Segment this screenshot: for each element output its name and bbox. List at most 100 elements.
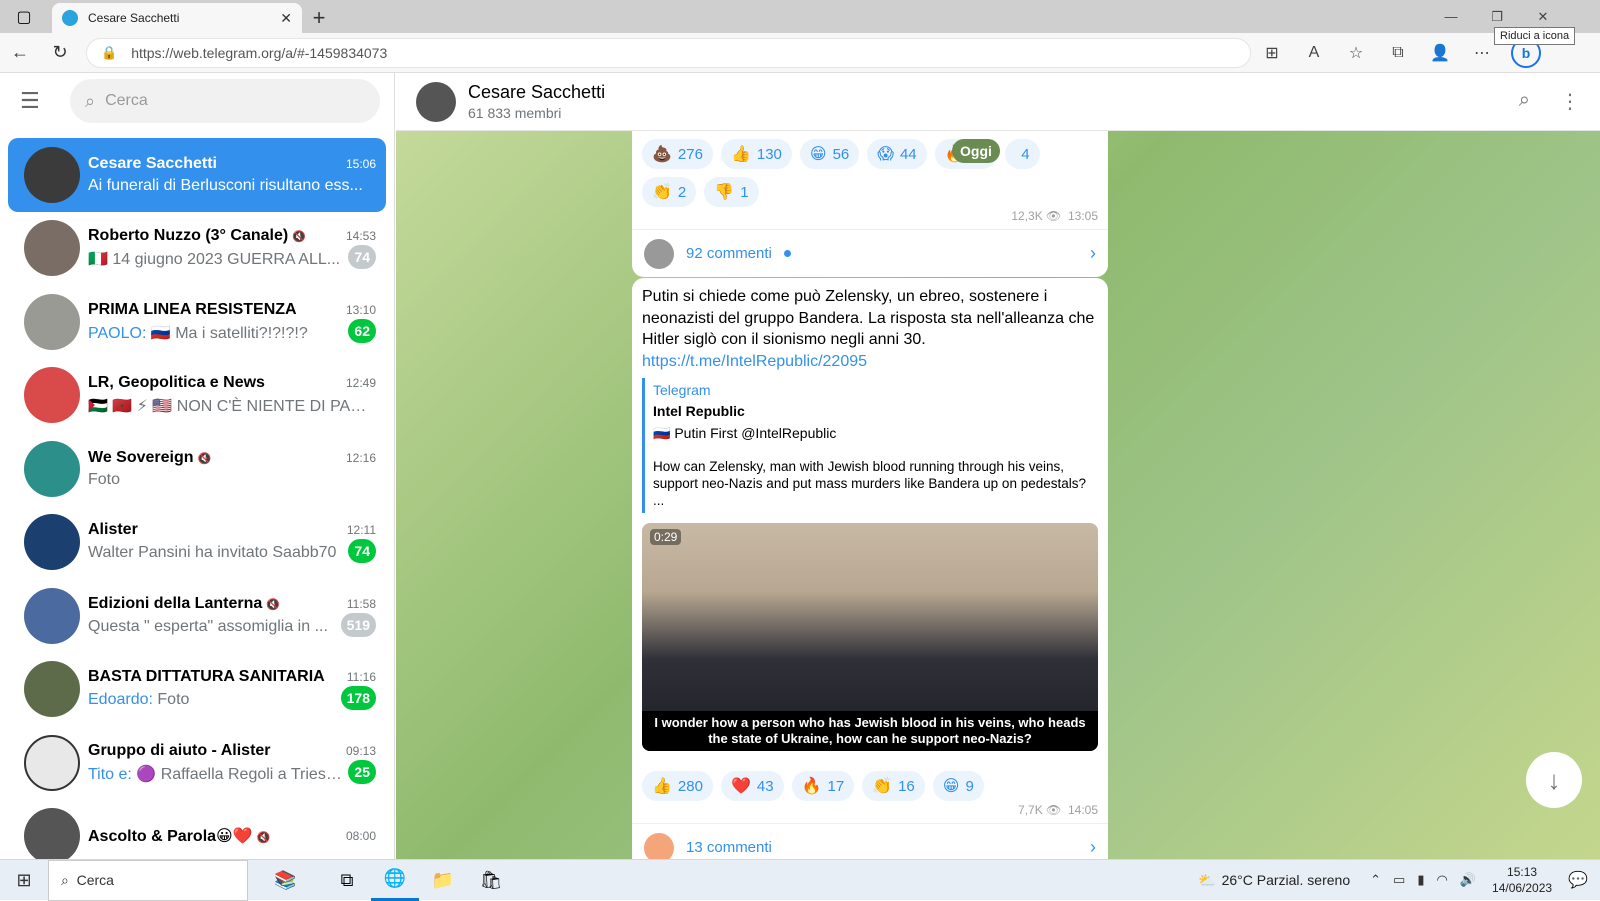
- video-player[interactable]: 0:29 I wonder how a person who has Jewis…: [642, 523, 1098, 751]
- chat-preview: 🇵🇸 🇲🇦 ⚡ 🇺🇸 NON C'È NIENTE DI PACIFI...: [88, 398, 376, 416]
- chat-preview: Foto: [157, 691, 190, 709]
- commenter-avatar: [644, 238, 674, 269]
- battery-icon[interactable]: ▮: [1417, 872, 1424, 888]
- weather-widget[interactable]: ⛅ 26°C Parzial. sereno: [1198, 872, 1350, 889]
- chat-item[interactable]: Cesare Sacchetti 15:06 Ai funerali di Ber…: [8, 138, 386, 212]
- chat-item[interactable]: Gruppo di aiuto - Alister 09:13 Tito e: 🟣…: [8, 726, 386, 800]
- member-count: 61 833 membri: [468, 105, 562, 121]
- system-clock[interactable]: 15:13 14/06/2023: [1492, 864, 1552, 896]
- taskbar-search[interactable]: ⌕ Cerca: [48, 859, 248, 901]
- chat-item[interactable]: Roberto Nuzzo (3° Canale) 🔇 14:53 🇮🇹 14 gi…: [8, 212, 386, 286]
- search-placeholder: Cerca: [105, 92, 148, 109]
- reaction-button[interactable]: 4: [1005, 139, 1040, 169]
- avatar: [24, 587, 80, 644]
- collections-icon[interactable]: ⧉: [1377, 44, 1419, 62]
- reaction-button[interactable]: 👏 16: [862, 771, 925, 801]
- reaction-button[interactable]: 👎 1: [704, 177, 759, 207]
- chat-time: 09:13: [345, 743, 376, 758]
- video-subtitle: I wonder how a person who has Jewish blo…: [642, 711, 1098, 751]
- task-view-icon[interactable]: ⧉: [323, 860, 371, 901]
- muted-icon: 🔇: [292, 231, 306, 244]
- minimize-button[interactable]: —: [1428, 0, 1474, 33]
- unread-badge: 519: [340, 612, 376, 637]
- store-icon[interactable]: 🛍: [467, 860, 515, 901]
- message-list[interactable]: 💩276 👍130 😁56 😱44 🔥17 4 👏2 👎1 12,3K 👁 13…: [396, 131, 1600, 859]
- chat-name: Ascolto & Parola😀❤️: [88, 828, 253, 846]
- browser-titlebar: ▢ Cesare Sacchetti ✕ +: [0, 0, 1600, 33]
- unread-badge: 62: [348, 318, 376, 343]
- reaction-button[interactable]: 🔥17: [791, 771, 855, 801]
- chat-time: 08:00: [345, 829, 376, 844]
- preview-title: Intel Republic: [653, 403, 745, 419]
- chat-item[interactable]: Edizioni della Lanterna 🔇 11:58 Questa " e…: [8, 579, 386, 653]
- reaction-button[interactable]: 💩 276: [642, 139, 713, 169]
- reaction-button[interactable]: 😱 44: [867, 139, 927, 169]
- chat-time: 12:16: [345, 450, 376, 465]
- url-field[interactable]: 🔒 https://web.telegram.org/a/#-145983407…: [86, 37, 1251, 68]
- wifi-icon[interactable]: ◠: [1436, 872, 1447, 888]
- file-explorer-icon[interactable]: 📁: [419, 860, 467, 901]
- scroll-down-button[interactable]: ↓: [1526, 752, 1582, 808]
- unread-badge: 74: [348, 245, 376, 270]
- hamburger-menu-icon[interactable]: ☰: [20, 88, 70, 114]
- comments-button[interactable]: 13 commenti ›: [632, 823, 1108, 859]
- chat-time: 13:10: [345, 302, 376, 317]
- message-meta: 12,3K 👁 13:05: [1011, 209, 1098, 223]
- chat-preview: Ai funerali di Berlusconi risultano ess.…: [88, 176, 363, 194]
- windows-start-icon[interactable]: ⊞: [0, 870, 48, 891]
- chat-preview: Foto: [88, 470, 121, 488]
- chat-item[interactable]: We Sovereign 🔇 12:16 Foto: [8, 432, 386, 506]
- tab-actions-icon[interactable]: ▢: [0, 0, 48, 33]
- chat-time: 11:16: [346, 670, 376, 685]
- chat-item[interactable]: LR, Geopolitica e News 12:49 🇵🇸 🇲🇦 ⚡ 🇺🇸 N…: [8, 359, 386, 433]
- message-text: Putin si chiede come può Zelensky, un eb…: [642, 288, 1095, 348]
- profile-icon[interactable]: 👤: [1419, 43, 1461, 63]
- refresh-icon[interactable]: ↻: [40, 42, 80, 63]
- chat-item[interactable]: Ascolto & Parola😀❤️ 🔇 08:00: [8, 800, 386, 859]
- weather-text: 26°C Parzial. sereno: [1221, 872, 1351, 888]
- search-input[interactable]: ⌕ Cerca: [70, 79, 380, 123]
- commenter-avatar: [644, 832, 674, 859]
- windows-taskbar: ⊞ ⌕ Cerca 📚 ⧉ 🌐 📁 🛍 ⛅ 26°C Parzial. seren…: [0, 859, 1600, 901]
- comments-button[interactable]: 92 commenti ›: [632, 229, 1108, 277]
- chat-time: 15:06: [345, 156, 376, 171]
- avatar: [24, 734, 80, 791]
- chat-header[interactable]: Cesare Sacchetti 61 833 membri ⌕ ⋮: [396, 73, 1600, 131]
- network-icon[interactable]: ▭: [1393, 872, 1405, 888]
- chat-name: Gruppo di aiuto - Alister: [88, 741, 271, 759]
- address-bar: ← ↻ 🔒 https://web.telegram.org/a/#-14598…: [0, 33, 1600, 73]
- notifications-icon[interactable]: 💬: [1568, 870, 1588, 890]
- reaction-button[interactable]: 👏 2: [642, 177, 697, 207]
- more-options-icon[interactable]: ⋮: [1560, 89, 1580, 114]
- chat-item[interactable]: Alister 12:11 Walter Pansini ha invitato …: [8, 506, 386, 580]
- browser-tab[interactable]: Cesare Sacchetti ✕: [52, 3, 302, 33]
- reaction-button[interactable]: 😁 9: [932, 771, 984, 801]
- chevron-up-icon[interactable]: ⌃: [1370, 872, 1381, 888]
- search-icon[interactable]: ⌕: [1519, 89, 1530, 114]
- unread-badge: 178: [340, 686, 376, 711]
- edge-icon[interactable]: 🌐: [371, 860, 419, 901]
- new-tab-button[interactable]: +: [302, 3, 336, 33]
- widgets-icon[interactable]: 📚: [248, 860, 323, 901]
- message-link[interactable]: https://t.me/IntelRepublic/22095: [642, 353, 867, 370]
- more-menu-icon[interactable]: ⋯: [1461, 43, 1503, 63]
- read-aloud-icon[interactable]: A: [1293, 44, 1335, 62]
- reaction-button[interactable]: 😁 56: [799, 139, 860, 169]
- volume-icon[interactable]: 🔊: [1460, 872, 1476, 888]
- reaction-button[interactable]: ❤️ 43: [720, 771, 784, 801]
- chat-name: Alister: [88, 521, 138, 539]
- link-preview[interactable]: Telegram Intel Republic 🇷🇺 Putin First @…: [642, 378, 1098, 513]
- unread-badge: 74: [348, 539, 376, 564]
- chat-item[interactable]: PRIMA LINEA RESISTENZA 13:10 PAOLO: 🇷🇺 Ma…: [8, 285, 386, 359]
- apps-icon[interactable]: ⊞: [1251, 43, 1293, 63]
- chat-item[interactable]: BASTA DITTATURA SANITARIA 11:16 Edoardo: …: [8, 653, 386, 727]
- favorite-star-icon[interactable]: ☆: [1335, 43, 1377, 63]
- chat-name: Roberto Nuzzo (3° Canale): [88, 227, 289, 245]
- channel-avatar[interactable]: [416, 81, 456, 122]
- reaction-button[interactable]: 👍 280: [642, 771, 713, 801]
- clock-date: 14/06/2023: [1492, 881, 1553, 895]
- back-icon[interactable]: ←: [0, 42, 40, 63]
- reaction-button[interactable]: 👍 130: [720, 139, 792, 169]
- close-tab-icon[interactable]: ✕: [280, 10, 292, 27]
- preview-subtitle: 🇷🇺 Putin First @IntelRepublic: [653, 425, 837, 441]
